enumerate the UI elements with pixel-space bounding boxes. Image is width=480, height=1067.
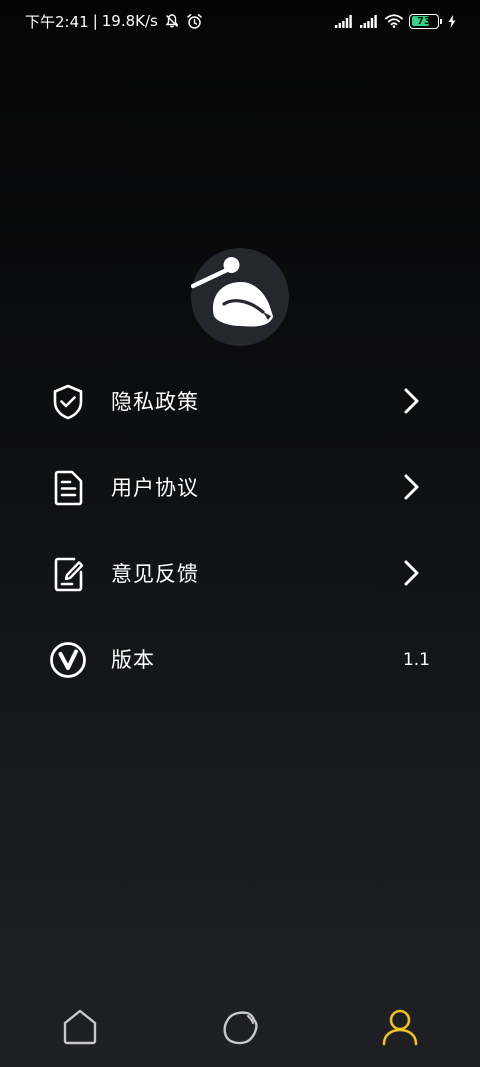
home-icon[interactable] bbox=[59, 1006, 101, 1048]
alarm-icon bbox=[186, 13, 203, 30]
status-network-speed: 19.8K/s bbox=[101, 12, 158, 30]
chevron-right-icon bbox=[396, 472, 426, 502]
chevron-right-icon bbox=[396, 386, 426, 416]
version-value: 1.1 bbox=[402, 650, 430, 670]
menu-label: 隐私政策 bbox=[111, 390, 199, 414]
version-icon bbox=[48, 640, 88, 680]
menu-label: 意见反馈 bbox=[111, 562, 199, 586]
status-time: 下午2:41 bbox=[25, 12, 89, 31]
edit-note-icon bbox=[48, 554, 88, 594]
wifi-icon bbox=[385, 14, 403, 28]
status-divider: | bbox=[92, 12, 98, 30]
battery-percent: 73 bbox=[417, 15, 431, 27]
document-icon bbox=[48, 468, 88, 508]
menu-item-version: 版本 1.1 bbox=[0, 616, 480, 702]
charging-icon bbox=[448, 14, 456, 28]
fruit-icon[interactable] bbox=[219, 1006, 261, 1048]
signal-icon bbox=[360, 14, 379, 28]
settings-menu: 隐私政策 用户协议 意见反馈 版本 1.1 bbox=[0, 358, 480, 702]
status-right: 73 bbox=[335, 13, 456, 29]
signal-icon bbox=[335, 14, 354, 28]
drum-logo-icon bbox=[190, 248, 289, 346]
status-left: 下午2:41 | 19.8K/s bbox=[25, 11, 203, 32]
mute-icon bbox=[164, 13, 180, 29]
bottom-nav bbox=[0, 990, 480, 1067]
menu-item-privacy-policy[interactable]: 隐私政策 bbox=[0, 358, 480, 444]
chevron-right-icon bbox=[396, 558, 426, 588]
battery-icon: 73 bbox=[409, 13, 442, 29]
menu-label: 用户协议 bbox=[111, 476, 199, 500]
menu-label: 版本 bbox=[111, 648, 155, 672]
status-bar: 下午2:41 | 19.8K/s 73 bbox=[0, 0, 480, 42]
profile-icon[interactable] bbox=[379, 1006, 421, 1048]
shield-check-icon bbox=[48, 382, 88, 422]
menu-item-user-agreement[interactable]: 用户协议 bbox=[0, 444, 480, 530]
menu-item-feedback[interactable]: 意见反馈 bbox=[0, 530, 480, 616]
